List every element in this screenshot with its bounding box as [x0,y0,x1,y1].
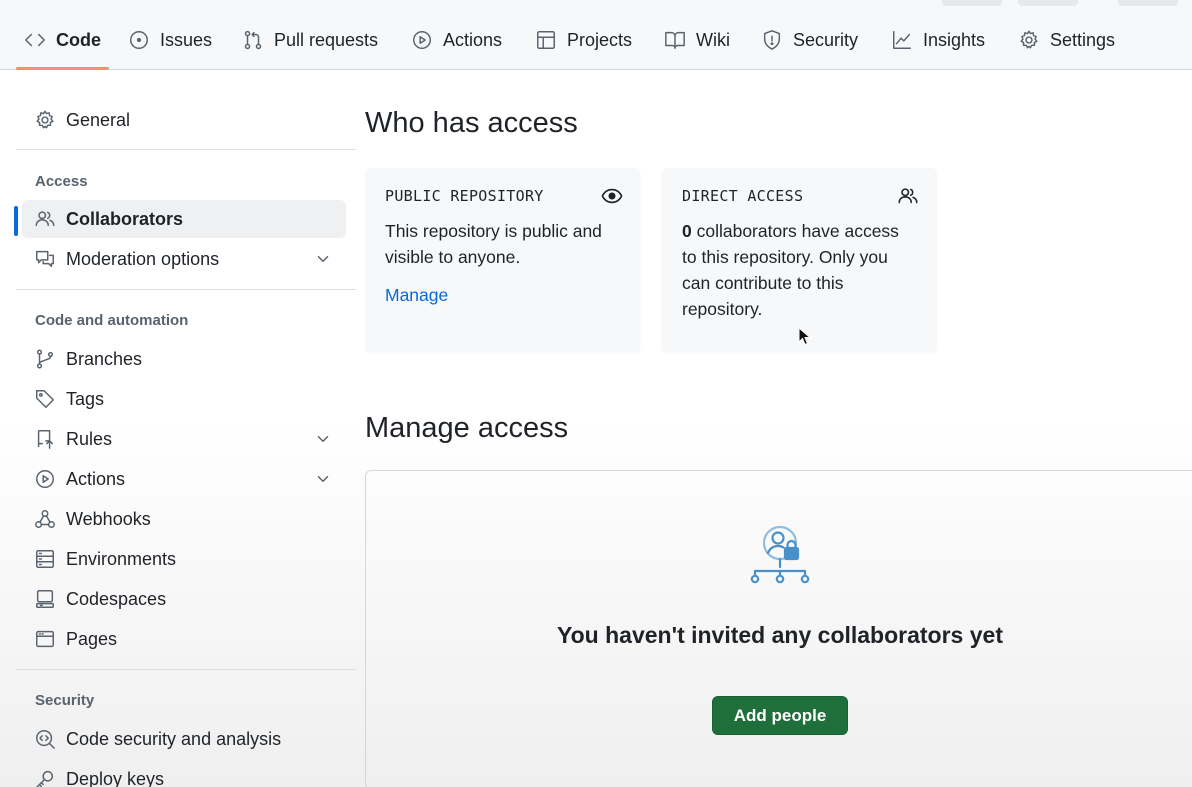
public-repository-description: This repository is public and visible to… [385,218,602,270]
sidebar-item-environments[interactable]: Environments [22,540,346,578]
tab-pull-requests[interactable]: Pull requests [234,18,386,62]
tab-wiki-label: Wiki [696,29,730,50]
tab-security[interactable]: Security [753,18,866,62]
direct-access-description: 0 collaborators have access to this repo… [682,218,899,322]
tab-projects-label: Projects [567,29,633,50]
sidebar-item-rules[interactable]: Rules [22,420,346,458]
public-repository-card: PUBLIC REPOSITORY This repository is pub… [365,168,640,352]
description-line: can contribute to this [682,273,844,293]
people-icon [34,208,56,230]
repo-push-icon [34,428,56,450]
collaborator-count: 0 [682,221,692,241]
webhook-icon [34,508,56,530]
sidebar-item-label: General [66,109,131,130]
comment-discussion-icon [34,248,56,270]
tab-actions-label: Actions [443,29,503,50]
key-icon [34,768,56,787]
sidebar-item-label: Rules [66,428,113,449]
description-line: visible to anyone. [385,247,521,267]
sidebar-item-code-security[interactable]: Code security and analysis [22,720,346,758]
sidebar-item-general[interactable]: General [22,101,346,139]
tag-icon [34,388,56,410]
gear-icon [1018,29,1040,51]
gear-icon [34,109,56,131]
header-fragment [1118,0,1178,6]
tab-issues[interactable]: Issues [120,18,220,62]
sidebar-item-label: Pages [66,628,118,649]
description-line: repository. [682,299,763,319]
header-fragment [1018,0,1078,6]
tab-projects[interactable]: Projects [527,18,640,62]
description-line: 0 collaborators have access [682,218,899,244]
browser-icon [34,628,56,650]
sidebar-divider [16,289,356,290]
sidebar-item-actions[interactable]: Actions [22,460,346,498]
sidebar-item-label: Deploy keys [66,768,165,787]
git-pull-request-icon [242,29,264,51]
sidebar-item-label: Environments [66,548,177,569]
sidebar-item-codespaces[interactable]: Codespaces [22,580,346,618]
play-icon [34,468,56,490]
sidebar-item-branches[interactable]: Branches [22,340,346,378]
card-title: DIRECT ACCESS [682,187,804,205]
shield-icon [761,29,783,51]
tab-code-label: Code [56,29,101,50]
sidebar-item-label: Webhooks [66,508,151,529]
sidebar-group-security: Security [35,692,95,709]
manage-access-heading: Manage access [365,412,569,444]
issue-opened-icon [128,29,150,51]
git-branch-icon [34,348,56,370]
who-has-access-heading: Who has access [365,107,578,139]
sidebar-item-deploy-keys[interactable]: Deploy keys [22,760,346,787]
sidebar-item-tags[interactable]: Tags [22,380,346,418]
tab-settings[interactable]: Settings [1010,18,1123,62]
sidebar-item-label: Collaborators [66,208,184,229]
book-icon [664,29,686,51]
tab-code[interactable]: Code [16,18,109,62]
tab-issues-label: Issues [160,29,213,50]
add-people-button[interactable]: Add people [712,696,848,735]
sidebar-divider [16,669,356,670]
selected-tab-underline [16,67,109,70]
description-line: This repository is public and [385,221,602,241]
sidebar-group-code-automation: Code and automation [35,312,189,329]
tab-pull-requests-label: Pull requests [274,29,379,50]
sidebar-group-access: Access [35,173,88,190]
blankslate-heading: You haven't invited any collaborators ye… [557,622,1003,648]
active-indicator [14,206,18,236]
table-icon [535,29,557,51]
header-fragment [942,0,1002,6]
sidebar-item-label: Tags [66,388,105,409]
direct-access-card: DIRECT ACCESS 0 collaborators have acces… [662,168,937,352]
sidebar-item-pages[interactable]: Pages [22,620,346,658]
tab-wiki[interactable]: Wiki [656,18,738,62]
description-text: collaborators have access [691,221,899,241]
sidebar-item-label: Code security and analysis [66,728,282,749]
sidebar-item-webhooks[interactable]: Webhooks [22,500,346,538]
sidebar-item-moderation[interactable]: Moderation options [22,240,346,278]
sidebar-divider [16,149,356,150]
manage-visibility-link[interactable]: Manage [385,285,448,306]
tab-insights[interactable]: Insights [883,18,993,62]
codespaces-icon [34,588,56,610]
play-icon [411,29,433,51]
code-icon [24,29,46,51]
graph-icon [891,29,913,51]
tab-settings-label: Settings [1050,29,1116,50]
codescan-icon [34,728,56,750]
sidebar-item-label: Moderation options [66,248,220,269]
tab-security-label: Security [793,29,859,50]
tab-actions[interactable]: Actions [403,18,510,62]
sidebar-item-label: Branches [66,348,143,369]
sidebar-item-label: Codespaces [66,588,167,609]
sidebar-item-label: Actions [66,468,126,489]
sidebar-item-collaborators[interactable]: Collaborators [22,200,346,238]
card-title: PUBLIC REPOSITORY [385,187,544,205]
description-line: to this repository. Only you [682,247,888,267]
repo-tab-nav: Code Issues Pull requests Actions Projec… [0,0,1192,70]
server-icon [34,548,56,570]
tab-insights-label: Insights [923,29,986,50]
